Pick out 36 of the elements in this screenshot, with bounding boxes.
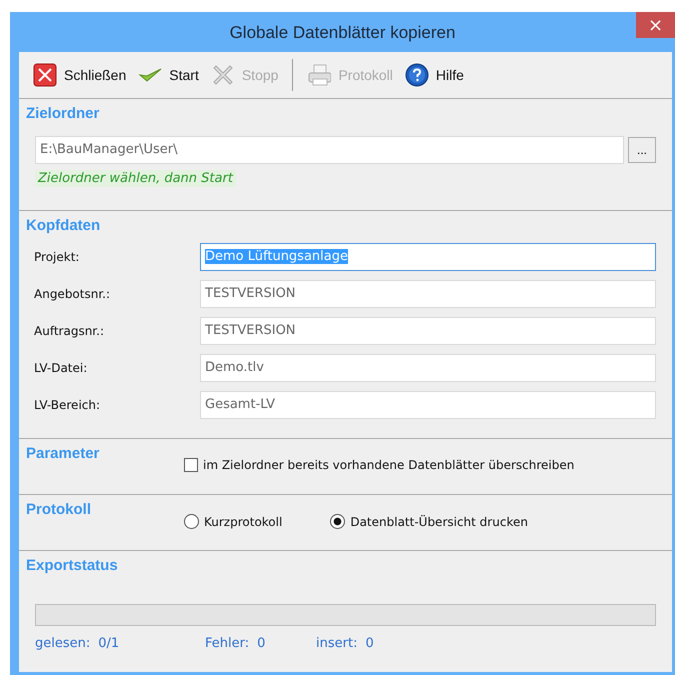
stat-value: 0 bbox=[365, 636, 374, 651]
field-label: Projekt: bbox=[34, 250, 80, 264]
section-heading: Zielordner bbox=[26, 105, 100, 122]
close-icon bbox=[33, 63, 57, 87]
field-label: Angebotsnr.: bbox=[34, 287, 112, 301]
toolbar-button[interactable]: Hilfe bbox=[400, 61, 468, 89]
cross-icon bbox=[210, 63, 235, 87]
toolbar-button[interactable]: Start bbox=[134, 61, 203, 89]
section-heading: Protokoll bbox=[26, 501, 92, 518]
stat-label: gelesen: bbox=[35, 636, 90, 651]
field-label: Auftragsnr.: bbox=[34, 324, 105, 338]
path-field[interactable]: E:\BauManager\User\ bbox=[35, 136, 624, 164]
section-heading: Kopfdaten bbox=[26, 217, 102, 234]
radio-button[interactable]: Kurzprotokoll bbox=[184, 514, 282, 529]
checkbox[interactable]: im Zielordner bereits vorhandene Datenblätter überschreiben bbox=[184, 458, 574, 472]
window-title: Globale Datenblätter kopieren bbox=[230, 23, 456, 43]
section-heading: Parameter bbox=[26, 445, 100, 462]
field-label: LV-Bereich: bbox=[34, 398, 102, 412]
input-field[interactable]: Demo Lüftungsanlage bbox=[200, 243, 656, 271]
input-field[interactable]: Gesamt-LV bbox=[200, 391, 656, 419]
close-button[interactable]: × bbox=[636, 12, 675, 38]
field-label: LV-Datei: bbox=[34, 361, 88, 375]
input-field[interactable]: Demo.tlv bbox=[200, 354, 656, 382]
stat-label: Fehler: bbox=[205, 636, 250, 651]
section-heading: Exportstatus bbox=[26, 557, 119, 574]
radio-button[interactable]: Datenblatt-Übersicht drucken bbox=[330, 514, 528, 529]
stat-value: 0 bbox=[257, 636, 266, 651]
hint-text: Zielordner wählen, dann Start bbox=[35, 170, 236, 187]
printer-icon bbox=[307, 63, 332, 87]
stat-label: insert: bbox=[316, 636, 358, 651]
toolbar-button[interactable]: Schließen bbox=[29, 61, 130, 89]
browse-button[interactable]: ... bbox=[628, 137, 656, 163]
help-icon bbox=[404, 63, 429, 87]
input-field[interactable]: TESTVERSION bbox=[200, 317, 656, 345]
input-field[interactable]: TESTVERSION bbox=[200, 280, 656, 308]
stat-value: 0/1 bbox=[98, 636, 120, 651]
